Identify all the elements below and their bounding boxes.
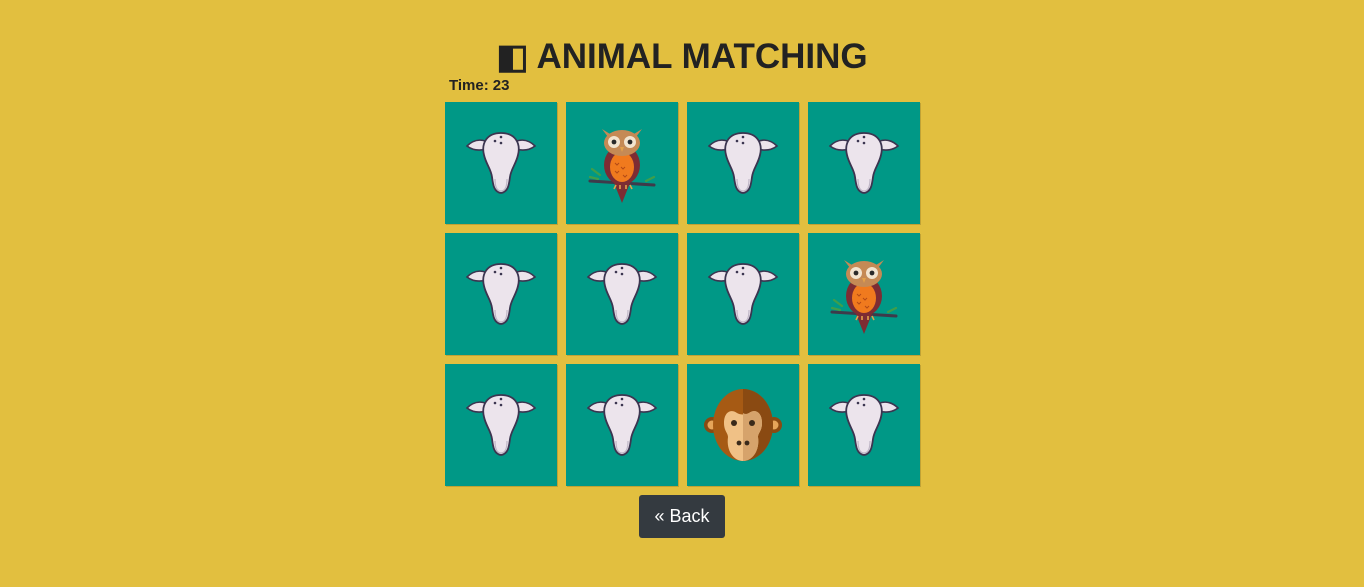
timer-value: 23 bbox=[492, 77, 510, 94]
cow-skull-icon bbox=[586, 263, 658, 325]
back-button[interactable]: « Back bbox=[639, 495, 725, 538]
memory-card-revealed[interactable] bbox=[566, 102, 678, 224]
memory-card-revealed[interactable] bbox=[687, 364, 799, 486]
memory-card-hidden[interactable] bbox=[445, 233, 557, 355]
cow-skull-icon bbox=[586, 394, 658, 456]
timer: Time: 23 bbox=[449, 77, 509, 94]
game-board bbox=[445, 102, 920, 486]
cow-skull-icon bbox=[828, 394, 900, 456]
memory-card-hidden[interactable] bbox=[445, 102, 557, 224]
monkey-icon bbox=[704, 389, 782, 461]
cow-skull-icon bbox=[465, 394, 537, 456]
owl-icon bbox=[830, 260, 898, 334]
memory-card-hidden[interactable] bbox=[445, 364, 557, 486]
memory-card-hidden[interactable] bbox=[566, 364, 678, 486]
title-text: ANIMAL MATCHING bbox=[536, 37, 868, 77]
memory-card-hidden[interactable] bbox=[566, 233, 678, 355]
half-square-icon: ◧ bbox=[496, 38, 529, 77]
memory-card-hidden[interactable] bbox=[808, 364, 920, 486]
timer-label: Time: bbox=[449, 77, 489, 94]
owl-icon bbox=[588, 129, 656, 203]
cow-skull-icon bbox=[465, 263, 537, 325]
memory-card-hidden[interactable] bbox=[687, 102, 799, 224]
cow-skull-icon bbox=[828, 132, 900, 194]
page-title: ◧ ANIMAL MATCHING bbox=[0, 35, 1364, 79]
memory-card-hidden[interactable] bbox=[808, 102, 920, 224]
memory-card-hidden[interactable] bbox=[687, 233, 799, 355]
memory-card-revealed[interactable] bbox=[808, 233, 920, 355]
cow-skull-icon bbox=[465, 132, 537, 194]
cow-skull-icon bbox=[707, 263, 779, 325]
cow-skull-icon bbox=[707, 132, 779, 194]
